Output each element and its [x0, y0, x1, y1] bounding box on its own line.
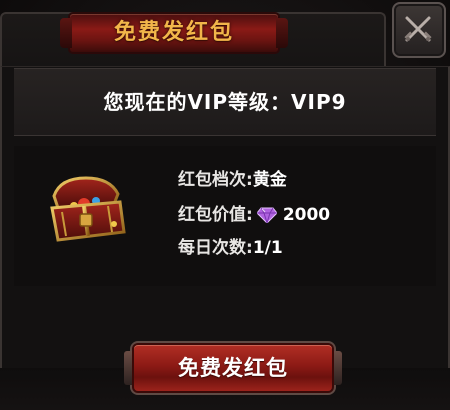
treasure-chest-icon [44, 174, 130, 248]
vip-level-bar: 您现在的VIP等级：VIP9 [14, 68, 436, 136]
daily-count-row: 每日次数:1/1 [178, 236, 283, 260]
title-banner: 免费发红包 [60, 14, 288, 52]
daily-count-value: 1/1 [252, 238, 283, 258]
close-button[interactable] [392, 2, 446, 58]
vip-level-text: 您现在的VIP等级：VIP9 [103, 90, 347, 114]
envelope-value-amount: 2000 [282, 205, 331, 225]
red-envelope-screen: 免费发红包 您现在的VIP等级：VIP9 红包档次:黄金 红包价值: 2000 … [0, 0, 450, 410]
close-crossed-swords-icon [404, 16, 432, 42]
envelope-tier-label: 红包档次: [178, 170, 253, 190]
envelope-tier-row: 红包档次:黄金 [178, 168, 287, 192]
purple-diamond-icon [256, 206, 278, 230]
envelope-value-row: 红包价值: 2000 [178, 203, 330, 227]
send-red-envelope-button[interactable]: 免费发红包 [124, 345, 342, 391]
envelope-value-label: 红包价值: [178, 205, 253, 225]
daily-count-label: 每日次数: [178, 238, 253, 258]
dialog-title: 免费发红包 [113, 20, 234, 45]
send-red-envelope-label: 免费发红包 [178, 356, 288, 380]
envelope-info-panel: 红包档次:黄金 红包价值: 2000 每日次数:1/1 [14, 146, 436, 286]
envelope-tier-value: 黄金 [252, 170, 287, 190]
